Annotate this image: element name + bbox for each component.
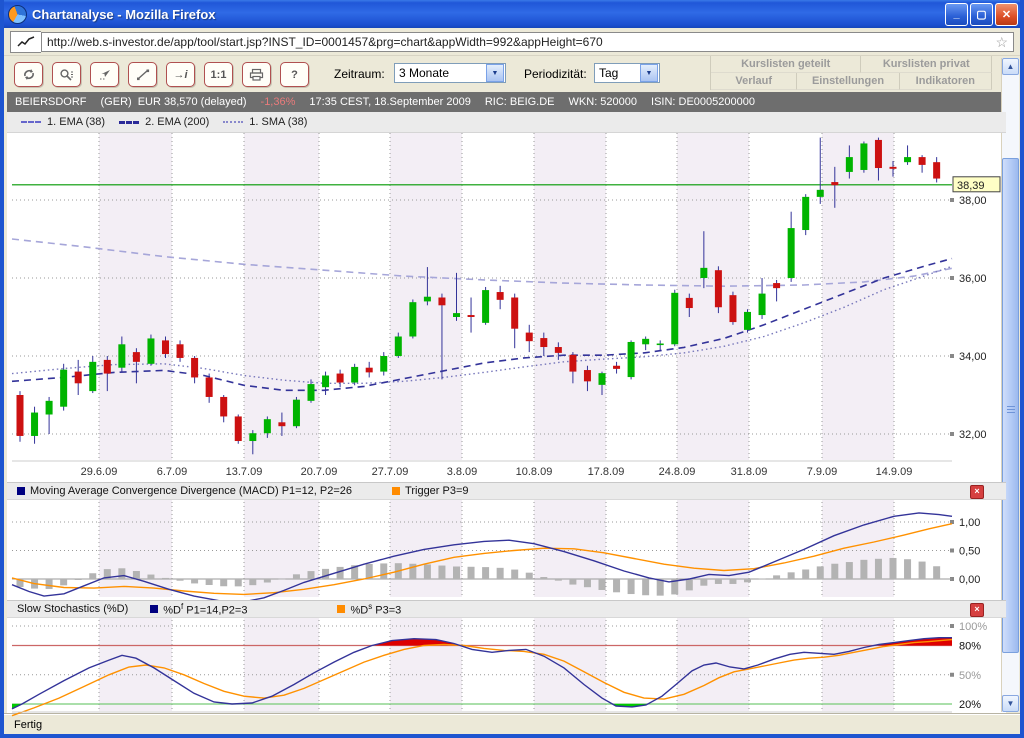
verlauf-button[interactable]: Verlauf — [711, 73, 797, 90]
url-bar: ☆ — [4, 28, 1020, 56]
periodizitaet-select[interactable]: Tag ▼ — [594, 63, 660, 83]
instrument-wkn: WKN: 520000 — [569, 96, 637, 108]
overlay-legend: 1. EMA (38) 2. EMA (200) 1. SMA (38) — [7, 112, 1006, 133]
zeitraum-select[interactable]: 3 Monate ▼ — [394, 63, 506, 83]
macd-close-icon[interactable]: × — [970, 485, 984, 499]
stoch-slow-label: %Ds P3=3 — [350, 602, 401, 617]
instrument-price: EUR 38,570 (delayed) — [138, 96, 247, 108]
indikatoren-button[interactable]: Indikatoren — [900, 73, 992, 90]
legend-ema38: 1. EMA (38) — [47, 116, 105, 128]
help-button[interactable]: ? — [280, 62, 309, 87]
minimize-button[interactable]: _ — [945, 3, 968, 26]
instrument-exchange: (GER) — [101, 96, 132, 108]
cursor-arrow-icon — [98, 68, 112, 81]
ema38-swatch — [21, 121, 41, 123]
scroll-down-icon[interactable]: ▼ — [1002, 695, 1019, 712]
macd-series-swatch — [17, 487, 25, 495]
printer-icon — [249, 68, 264, 81]
firefox-icon — [8, 5, 27, 24]
info-arrow-glyph: →i — [173, 69, 187, 81]
macd-panel-header: Moving Average Convergence Divergence (M… — [7, 482, 1006, 500]
title-bar: Chartanalyse - Mozilla Firefox _ ▢ ✕ — [0, 0, 1024, 28]
instrument-ric: RIC: BEIG.DE — [485, 96, 555, 108]
einstellungen-button[interactable]: Einstellungen — [797, 73, 899, 90]
periodizitaet-label: Periodizität: — [524, 67, 587, 81]
quote-timestamp: 17:35 CEST, 18.September 2009 — [309, 96, 470, 108]
zeitraum-value: 3 Monate — [395, 66, 485, 80]
info-tool-button[interactable]: →i — [166, 62, 195, 87]
stoch-panel-header: Slow Stochastics (%D) %Df P1=14,P2=3 %Ds… — [7, 600, 1006, 618]
refresh-icon — [22, 68, 36, 81]
browser-window: Chartanalyse - Mozilla Firefox _ ▢ ✕ ☆ →… — [0, 0, 1024, 738]
zoom-tool-button[interactable] — [52, 62, 81, 87]
trigger-series-swatch — [392, 487, 400, 495]
trendline-tool-button[interactable] — [128, 62, 157, 87]
help-glyph: ? — [291, 69, 298, 81]
price-change: -1,36% — [261, 96, 296, 108]
one-to-one-glyph: 1:1 — [211, 69, 227, 81]
chevron-down-icon[interactable]: ▼ — [640, 64, 658, 82]
bookmark-star-icon[interactable]: ☆ — [995, 34, 1008, 50]
stoch-slow-swatch — [337, 605, 345, 613]
stoch-fast-label: %Df P1=14,P2=3 — [163, 602, 247, 617]
chart-toolbar: →i 1:1 ? Zeitraum: 3 Monate ▼ Periodizit… — [4, 56, 1020, 92]
legend-ema200: 2. EMA (200) — [145, 116, 209, 128]
stoch-title: Slow Stochastics (%D) — [17, 603, 128, 615]
close-button[interactable]: ✕ — [995, 3, 1018, 26]
ema200-swatch — [119, 121, 139, 124]
scrollbar-thumb[interactable] — [1002, 158, 1019, 653]
kurslisten-geteilt-button[interactable]: Kurslisten geteilt — [711, 56, 861, 73]
status-text: Fertig — [14, 719, 42, 731]
nav-button-grid: Kurslisten geteilt Kurslisten privat Ver… — [710, 56, 992, 92]
url-input[interactable] — [41, 32, 1014, 52]
maximize-button[interactable]: ▢ — [970, 3, 993, 26]
instrument-isin: ISIN: DE0005200000 — [651, 96, 755, 108]
scroll-up-icon[interactable]: ▲ — [1002, 58, 1019, 75]
periodizitaet-value: Tag — [595, 66, 639, 80]
window-title: Chartanalyse - Mozilla Firefox — [32, 7, 943, 22]
site-favicon-chart-icon — [10, 31, 41, 53]
status-bar: Fertig — [0, 714, 1024, 738]
macd-trigger-label: Trigger P3=9 — [405, 485, 469, 497]
trendline-icon — [136, 68, 150, 81]
pointer-tool-button[interactable] — [90, 62, 119, 87]
legend-sma38: 1. SMA (38) — [249, 116, 307, 128]
instrument-name: BEIERSDORF — [15, 96, 87, 108]
kurslisten-privat-button[interactable]: Kurslisten privat — [861, 56, 992, 73]
zeitraum-label: Zeitraum: — [334, 67, 385, 81]
quote-info-bar: BEIERSDORF (GER) EUR 38,570 (delayed) -1… — [7, 92, 1006, 112]
stoch-close-icon[interactable]: × — [970, 603, 984, 617]
scale-1-1-button[interactable]: 1:1 — [204, 62, 233, 87]
stoch-fast-swatch — [150, 605, 158, 613]
chart-area — [7, 112, 1006, 714]
thumb-grip — [1007, 406, 1015, 414]
sma38-swatch — [223, 121, 243, 123]
chevron-down-icon[interactable]: ▼ — [486, 64, 504, 82]
refresh-button[interactable] — [14, 62, 43, 87]
magnifier-icon — [59, 68, 74, 81]
macd-title: Moving Average Convergence Divergence (M… — [30, 485, 352, 497]
print-button[interactable] — [242, 62, 271, 87]
